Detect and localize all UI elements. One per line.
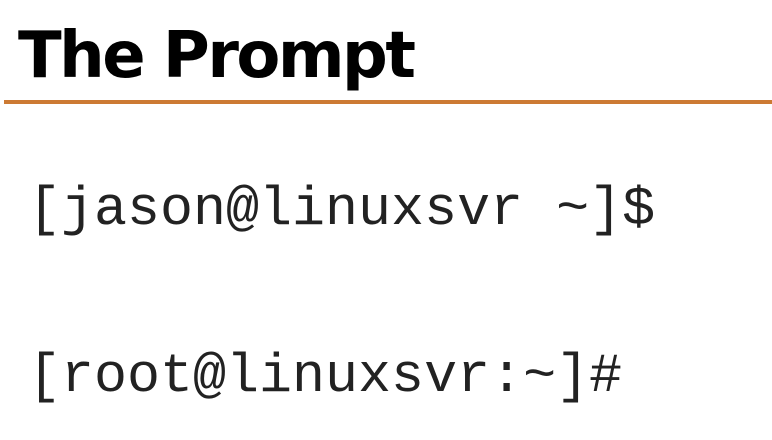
slide-title: The Prompt: [18, 19, 416, 93]
user-shell-prompt: [jason@linuxsvr ~]$: [28, 178, 656, 241]
root-shell-prompt: [root@linuxsvr:~]#: [28, 345, 623, 408]
slide: The Prompt [jason@linuxsvr ~]$ [root@lin…: [0, 0, 772, 440]
title-underline-divider: [4, 100, 772, 104]
